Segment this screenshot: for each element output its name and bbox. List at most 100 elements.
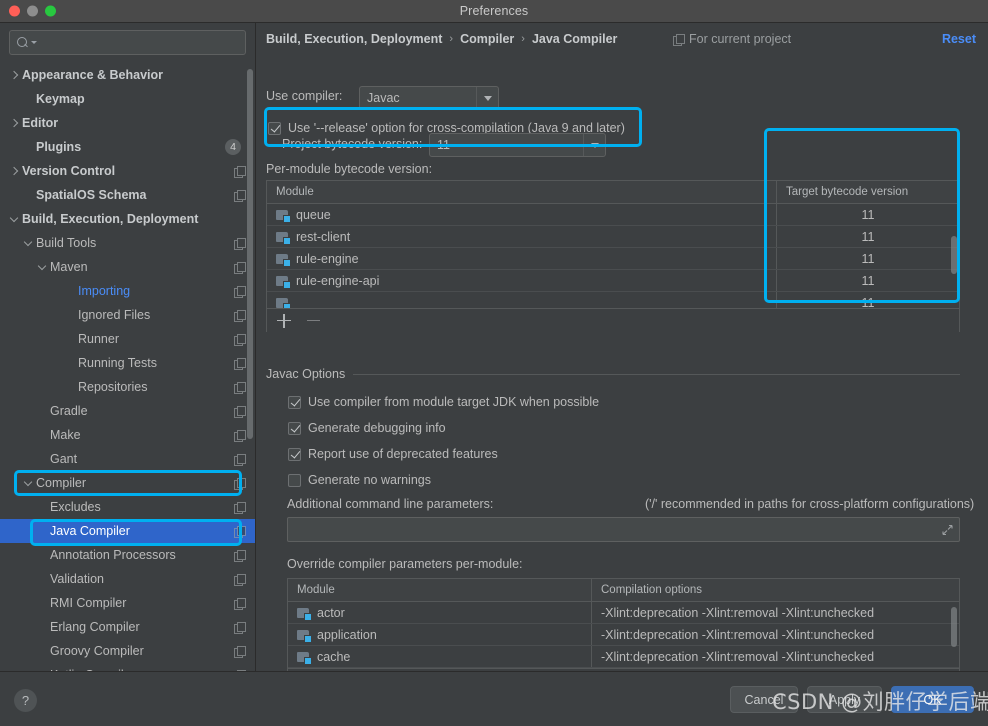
- apply-button[interactable]: Apply: [807, 686, 882, 713]
- sidebar-item-version-control[interactable]: Version Control: [0, 159, 255, 183]
- target-bytecode-cell[interactable]: 11: [777, 292, 959, 309]
- javac-option-checkbox-3[interactable]: Generate no warnings: [288, 473, 431, 487]
- copy-settings-icon[interactable]: [234, 189, 246, 202]
- use-compiler-select[interactable]: Javac: [359, 86, 499, 110]
- search-box[interactable]: [9, 30, 246, 55]
- sidebar-item-spatialos-schema[interactable]: SpatialOS Schema: [0, 183, 255, 207]
- sidebar-item-java-compiler[interactable]: Java Compiler: [0, 519, 255, 543]
- chevron-down-icon[interactable]: [36, 261, 48, 273]
- table-row-partial[interactable]: 11: [267, 292, 959, 308]
- column-header-target-bytecode[interactable]: Target bytecode version: [777, 181, 959, 203]
- sidebar-item-kotlin-compiler[interactable]: Kotlin Compiler: [0, 663, 255, 671]
- table-row[interactable]: queue 11: [267, 204, 959, 226]
- sidebar-item-groovy-compiler[interactable]: Groovy Compiler: [0, 639, 255, 663]
- cancel-button[interactable]: Cancel: [730, 686, 798, 713]
- additional-params-input[interactable]: [287, 517, 960, 542]
- copy-settings-icon[interactable]: [234, 429, 246, 442]
- table-row[interactable]: actor -Xlint:deprecation -Xlint:removal -…: [288, 602, 959, 624]
- sidebar-item-compiler[interactable]: Compiler: [0, 471, 255, 495]
- checkbox-indicator[interactable]: [268, 121, 281, 135]
- compilation-options-cell[interactable]: -Xlint:deprecation -Xlint:removal -Xlint…: [592, 646, 959, 667]
- add-module-button[interactable]: [277, 313, 291, 328]
- sidebar-item-plugins[interactable]: Plugins 4: [0, 135, 255, 159]
- sidebar-item-erlang-compiler[interactable]: Erlang Compiler: [0, 615, 255, 639]
- compilation-options-cell[interactable]: -Xlint:deprecation -Xlint:removal -Xlint…: [592, 624, 959, 645]
- expand-icon[interactable]: [942, 524, 953, 535]
- chevron-right-icon[interactable]: [8, 117, 20, 129]
- close-window-button[interactable]: [9, 5, 20, 17]
- checkbox-indicator[interactable]: [288, 395, 301, 409]
- help-button[interactable]: ?: [14, 689, 37, 712]
- copy-settings-icon[interactable]: [234, 525, 246, 538]
- target-bytecode-cell[interactable]: 11: [777, 248, 959, 269]
- copy-settings-icon[interactable]: [234, 501, 246, 514]
- copy-settings-icon[interactable]: [234, 357, 246, 370]
- compilation-options-cell[interactable]: -Xlint:deprecation -Xlint:removal -Xlint…: [592, 602, 959, 623]
- table-row[interactable]: rule-engine-api 11: [267, 270, 959, 292]
- sidebar-item-gradle[interactable]: Gradle: [0, 399, 255, 423]
- copy-settings-icon[interactable]: [234, 381, 246, 394]
- remove-module-button[interactable]: [307, 314, 321, 328]
- checkbox-indicator[interactable]: [288, 473, 301, 487]
- column-header-compilation-options[interactable]: Compilation options: [592, 579, 959, 601]
- chevron-down-icon[interactable]: [583, 134, 605, 156]
- breadcrumb-item-0[interactable]: Build, Execution, Deployment: [266, 32, 442, 46]
- checkbox-indicator[interactable]: [288, 447, 301, 461]
- chevron-right-icon[interactable]: [8, 165, 20, 177]
- sidebar-item-excludes[interactable]: Excludes: [0, 495, 255, 519]
- column-header-module[interactable]: Module: [288, 579, 591, 601]
- reset-link[interactable]: Reset: [942, 32, 976, 46]
- copy-settings-icon[interactable]: [234, 477, 246, 490]
- copy-settings-icon[interactable]: [234, 165, 246, 178]
- ok-button[interactable]: OK: [891, 686, 974, 713]
- copy-settings-icon[interactable]: [234, 453, 246, 466]
- copy-settings-icon[interactable]: [234, 261, 246, 274]
- sidebar-item-runner[interactable]: Runner: [0, 327, 255, 351]
- copy-settings-icon[interactable]: [234, 405, 246, 418]
- copy-settings-icon[interactable]: [234, 621, 246, 634]
- sidebar-item-rmi-compiler[interactable]: RMI Compiler: [0, 591, 255, 615]
- copy-settings-icon[interactable]: [234, 333, 246, 346]
- column-header-module[interactable]: Module: [267, 181, 776, 203]
- sidebar-item-appearance-behavior[interactable]: Appearance & Behavior: [0, 63, 255, 87]
- sidebar-item-maven[interactable]: Maven: [0, 255, 255, 279]
- override-scrollbar[interactable]: [951, 607, 957, 647]
- javac-option-checkbox-0[interactable]: Use compiler from module target JDK when…: [288, 395, 599, 409]
- sidebar-scrollbar[interactable]: [247, 69, 253, 439]
- javac-option-checkbox-2[interactable]: Report use of deprecated features: [288, 447, 498, 461]
- javac-option-checkbox-1[interactable]: Generate debugging info: [288, 421, 446, 435]
- table-row[interactable]: application -Xlint:deprecation -Xlint:rem…: [288, 624, 959, 646]
- chevron-down-icon[interactable]: [476, 87, 498, 109]
- sidebar-item-running-tests[interactable]: Running Tests: [0, 351, 255, 375]
- table-row[interactable]: rule-engine 11: [267, 248, 959, 270]
- copy-settings-icon[interactable]: [234, 285, 246, 298]
- copy-settings-icon[interactable]: [234, 549, 246, 562]
- copy-settings-icon[interactable]: [234, 645, 246, 658]
- copy-settings-icon[interactable]: [234, 573, 246, 586]
- sidebar-item-editor[interactable]: Editor: [0, 111, 255, 135]
- chevron-down-icon[interactable]: [22, 237, 34, 249]
- table-row[interactable]: cache -Xlint:deprecation -Xlint:removal -…: [288, 646, 959, 668]
- chevron-right-icon[interactable]: [8, 69, 20, 81]
- sidebar-item-make[interactable]: Make: [0, 423, 255, 447]
- chevron-down-icon[interactable]: [22, 477, 34, 489]
- target-bytecode-cell[interactable]: 11: [777, 270, 959, 291]
- sidebar-item-repositories[interactable]: Repositories: [0, 375, 255, 399]
- copy-settings-icon[interactable]: [234, 237, 246, 250]
- sidebar-item-build-tools[interactable]: Build Tools: [0, 231, 255, 255]
- table-row[interactable]: rest-client 11: [267, 226, 959, 248]
- search-input[interactable]: [37, 34, 239, 51]
- sidebar-item-gant[interactable]: Gant: [0, 447, 255, 471]
- copy-settings-icon[interactable]: [234, 597, 246, 610]
- sidebar-item-validation[interactable]: Validation: [0, 567, 255, 591]
- sidebar-item-build-execution-deployment[interactable]: Build, Execution, Deployment: [0, 207, 255, 231]
- per-module-scrollbar[interactable]: [951, 236, 957, 274]
- zoom-window-button[interactable]: [45, 5, 56, 17]
- copy-settings-icon[interactable]: [234, 309, 246, 322]
- project-bytecode-select[interactable]: 11: [429, 133, 606, 157]
- breadcrumb-item-1[interactable]: Compiler: [460, 32, 514, 46]
- chevron-down-icon[interactable]: [8, 213, 20, 225]
- sidebar-item-importing[interactable]: Importing: [0, 279, 255, 303]
- minimize-window-button[interactable]: [27, 5, 38, 17]
- target-bytecode-cell[interactable]: 11: [777, 226, 959, 247]
